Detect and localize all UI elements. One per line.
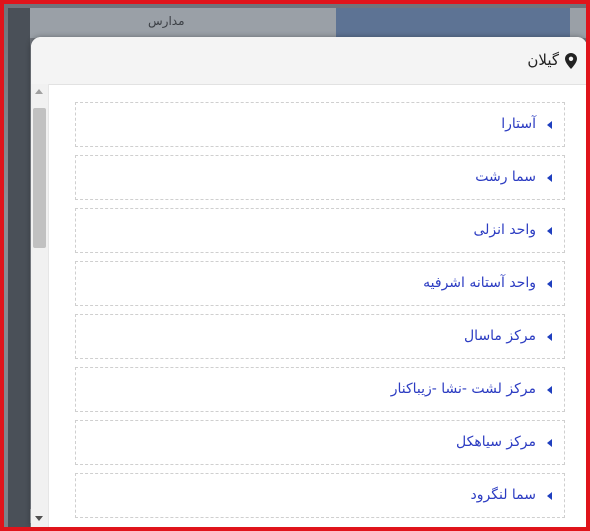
caret-left-icon xyxy=(547,227,552,235)
caret-left-icon xyxy=(547,333,552,341)
province-modal: گیلان آستارا سما رشت واحد انزلی واحد آست xyxy=(31,37,586,527)
background-header-text: مدارس xyxy=(148,14,185,28)
caret-left-icon xyxy=(547,439,552,447)
list-item-astaneh-ashrafiyeh[interactable]: واحد آستانه اشرفیه xyxy=(75,261,565,306)
list-item-label[interactable]: سما رشت xyxy=(475,169,536,185)
list-item-label[interactable]: سما لنگرود xyxy=(471,487,536,503)
list-item-masal[interactable]: مرکز ماسال xyxy=(75,314,565,359)
caret-left-icon xyxy=(547,280,552,288)
list-item-label[interactable]: مرکز لشت -نشا -زیباکنار xyxy=(391,381,536,397)
list-item-label[interactable]: مرکز سیاهکل xyxy=(456,434,536,450)
scroll-up-arrow-icon[interactable] xyxy=(35,89,43,94)
scroll-down-arrow-icon[interactable] xyxy=(35,516,43,521)
list-item-astara[interactable]: آستارا xyxy=(75,102,565,147)
list-item-label[interactable]: واحد انزلی xyxy=(473,222,536,238)
list-item-label[interactable]: واحد آستانه اشرفیه xyxy=(423,275,536,291)
background-sidebar xyxy=(8,8,30,527)
modal-title: گیلان xyxy=(527,51,559,69)
list-item-anzali[interactable]: واحد انزلی xyxy=(75,208,565,253)
background-tab xyxy=(336,8,570,38)
caret-left-icon xyxy=(547,121,552,129)
caret-left-icon xyxy=(547,492,552,500)
branch-list: آستارا سما رشت واحد انزلی واحد آستانه اش… xyxy=(75,102,565,526)
scroll-thumb[interactable] xyxy=(33,108,46,248)
modal-header: گیلان xyxy=(31,37,586,85)
list-item-sama-rasht[interactable]: سما رشت xyxy=(75,155,565,200)
list-item-sama-langarud[interactable]: سما لنگرود xyxy=(75,473,565,518)
list-item-siahkal[interactable]: مرکز سیاهکل xyxy=(75,420,565,465)
caret-left-icon xyxy=(547,174,552,182)
list-item-label[interactable]: آستارا xyxy=(501,116,536,132)
caret-left-icon xyxy=(547,386,552,394)
list-item-lasht-nesha-zibakenar[interactable]: مرکز لشت -نشا -زیباکنار xyxy=(75,367,565,412)
list-item-label[interactable]: مرکز ماسال xyxy=(464,328,536,344)
screen-frame: مدارس گیلان آستارا سما رشت واحد انزلی وا… xyxy=(0,0,590,531)
map-pin-icon xyxy=(565,53,577,69)
vertical-scrollbar[interactable] xyxy=(31,84,49,527)
